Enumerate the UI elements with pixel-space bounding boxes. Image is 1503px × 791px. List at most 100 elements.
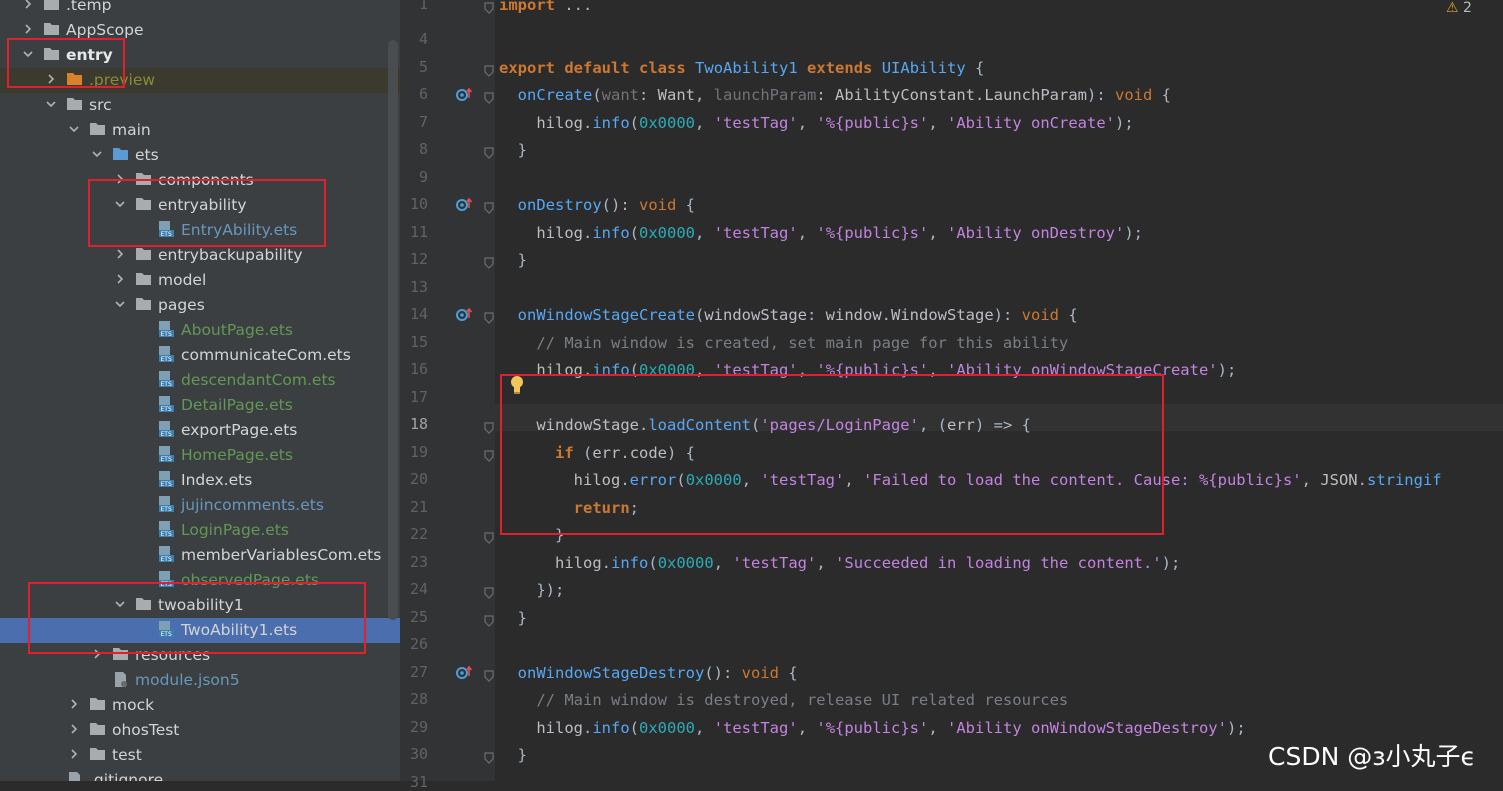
line-number: 12 (409, 250, 428, 268)
line-number: 5 (418, 57, 428, 76)
code-line[interactable]: import ... (499, 0, 592, 15)
code-line[interactable]: onDestroy(): void { (499, 195, 695, 215)
tree-item[interactable]: pages (0, 293, 386, 318)
tree-item[interactable]: .temp (0, 0, 386, 18)
tree-item[interactable]: model (0, 268, 386, 293)
tree-item[interactable]: ETS DetailPage.ets (0, 393, 386, 418)
tree-item[interactable]: src (0, 93, 386, 118)
tree-item[interactable]: ETS Index.ets (0, 468, 386, 493)
chevron-right-icon[interactable] (68, 698, 80, 710)
tree-item[interactable]: ETS HomePage.ets (0, 443, 386, 468)
tree-item[interactable]: ETS descendantCom.ets (0, 368, 386, 393)
chevron-down-icon[interactable] (114, 298, 126, 310)
chevron-down-icon[interactable] (68, 123, 80, 135)
tree-item[interactable]: ohosTest (0, 718, 386, 743)
line-number: 30 (409, 745, 428, 763)
chevron-down-icon[interactable] (45, 98, 57, 110)
fold-marker-icon[interactable] (484, 667, 494, 682)
tree-item-label: mock (112, 696, 155, 714)
fold-marker-icon[interactable] (484, 529, 494, 544)
code-line[interactable]: // Main window is destroyed, release UI … (499, 690, 1068, 710)
chevron-right-icon[interactable] (114, 248, 126, 260)
tree-item[interactable]: ETS exportPage.ets (0, 418, 386, 443)
code-line[interactable]: } (499, 745, 527, 765)
code-line[interactable]: hilog.info(0x0000, 'testTag', '%{public}… (499, 718, 1245, 738)
tree-item[interactable]: mock (0, 693, 386, 718)
tree-item[interactable]: main (0, 118, 386, 143)
fold-marker-icon[interactable] (484, 749, 494, 764)
line-number: 4 (418, 30, 428, 48)
warning-count: 2 (1463, 0, 1472, 16)
code-line[interactable]: }); (499, 580, 564, 600)
tree-item-label: module.json5 (135, 671, 240, 689)
code-line[interactable]: export default class TwoAbility1 extends… (499, 58, 984, 78)
tree-item[interactable]: .gitignore (0, 768, 386, 781)
svg-text:ETS: ETS (161, 481, 172, 488)
tree-scrollbar[interactable] (388, 40, 398, 620)
fold-marker-icon[interactable] (484, 612, 494, 627)
tree-item[interactable]: ETS LoginPage.ets (0, 518, 386, 543)
fold-marker-icon[interactable] (484, 419, 494, 434)
chevron-down-icon[interactable] (91, 148, 103, 160)
tree-item[interactable]: module.json5 (0, 668, 386, 693)
json-file-icon (112, 671, 129, 688)
line-number: 23 (409, 552, 428, 571)
line-number: 27 (409, 662, 428, 681)
line-number: 31 (409, 772, 428, 791)
blue-folder-icon (112, 146, 129, 163)
fold-marker-icon[interactable] (484, 0, 494, 14)
ets-file-icon: ETS (158, 471, 175, 488)
line-number: 16 (409, 360, 428, 378)
code-line[interactable]: onWindowStageDestroy(): void { (499, 663, 798, 683)
chevron-right-icon[interactable] (22, 0, 34, 10)
code-line[interactable]: } (499, 250, 527, 270)
tree-item-label: ets (135, 146, 159, 164)
tree-item[interactable]: test (0, 743, 386, 768)
line-number: 15 (409, 332, 428, 351)
override-marker-icon[interactable] (456, 87, 474, 103)
folder-icon (43, 21, 60, 38)
chevron-right-icon[interactable] (68, 748, 80, 760)
chevron-right-icon[interactable] (68, 723, 80, 735)
tree-item-label: test (112, 746, 142, 764)
fold-marker-icon[interactable] (484, 89, 494, 104)
fold-marker-icon[interactable] (484, 584, 494, 599)
code-line[interactable]: // Main window is created, set main page… (499, 333, 1068, 353)
code-line[interactable]: onWindowStageCreate(windowStage: window.… (499, 305, 1078, 325)
tree-item[interactable]: ETS AboutPage.ets (0, 318, 386, 343)
tree-item[interactable]: ETS jujincomments.ets (0, 493, 386, 518)
code-line[interactable]: onCreate(want: Want, launchParam: Abilit… (499, 85, 1171, 105)
folder-icon (89, 121, 106, 138)
warnings-indicator[interactable]: ⚠ 2 (1446, 0, 1472, 16)
override-marker-icon[interactable] (456, 665, 474, 681)
override-marker-icon[interactable] (456, 197, 474, 213)
tree-item-label: descendantCom.ets (181, 371, 336, 389)
tree-item[interactable]: ets (0, 143, 386, 168)
chevron-right-icon[interactable] (22, 23, 34, 35)
fold-marker-icon[interactable] (484, 199, 494, 214)
code-line[interactable]: hilog.info(0x0000, 'testTag', 'Succeeded… (499, 553, 1180, 573)
fold-marker-icon[interactable] (484, 62, 494, 77)
fold-marker-icon[interactable] (484, 254, 494, 269)
tree-item-label: communicateCom.ets (181, 346, 351, 364)
tree-item-label: jujincomments.ets (181, 496, 324, 514)
fold-marker-icon[interactable] (484, 447, 494, 462)
tree-item[interactable]: ETS memberVariablesCom.ets (0, 543, 386, 568)
ets-file-icon: ETS (158, 321, 175, 338)
code-line[interactable]: } (499, 140, 527, 160)
code-line[interactable]: hilog.info(0x0000, 'testTag', '%{public}… (499, 223, 1143, 243)
fold-marker-icon[interactable] (484, 144, 494, 159)
project-tree-panel[interactable]: .temp AppScope entry .preview src main ets comp… (0, 0, 400, 781)
override-marker-icon[interactable] (456, 307, 474, 323)
tree-item[interactable]: ETS communicateCom.ets (0, 343, 386, 368)
code-line[interactable]: } (499, 608, 527, 628)
annotation-box-twoability1 (28, 582, 366, 654)
svg-text:ETS: ETS (161, 506, 172, 513)
svg-text:ETS: ETS (161, 556, 172, 563)
fold-marker-icon[interactable] (484, 309, 494, 324)
code-line[interactable]: hilog.info(0x0000, 'testTag', '%{public}… (499, 113, 1133, 133)
warning-icon: ⚠ (1446, 0, 1459, 16)
tree-item-label: entrybackupability (158, 246, 303, 264)
chevron-right-icon[interactable] (114, 273, 126, 285)
watermark: CSDN @з小丸子ϵ (1268, 742, 1476, 771)
